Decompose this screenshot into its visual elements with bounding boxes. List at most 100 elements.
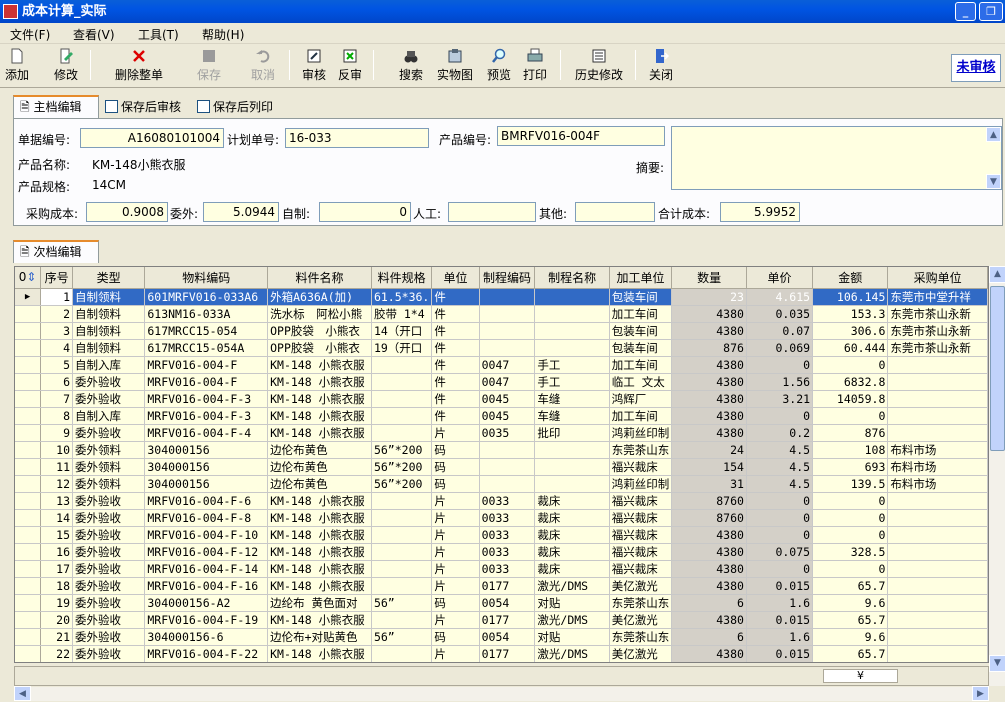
edit-button[interactable]: 修改	[52, 48, 80, 84]
cell-type[interactable]: 委外验收	[72, 424, 146, 442]
review-status-link[interactable]: 未审核	[951, 54, 1001, 82]
cell-unit-price[interactable]: 0	[746, 407, 814, 425]
cell-material-code[interactable]: MRFV016-004-F-14	[144, 560, 269, 578]
cell-purchase-unit[interactable]	[887, 645, 988, 662]
cell-quantity[interactable]: 8760	[671, 509, 747, 527]
row-header[interactable]	[15, 509, 42, 527]
table-row[interactable]: 15 委外验收 MRFV016-004-F-10 KM-148 小熊衣服 片 0033 裁床…	[15, 526, 988, 544]
cell-material-code[interactable]: 617MRCC15-054A	[144, 339, 269, 357]
cell-processing-unit[interactable]: 福兴裁床	[609, 526, 673, 544]
table-row[interactable]: ▶ 1 自制领料 601MRFV016-033A6 外箱A636A(加) 61.5*36.…	[15, 288, 988, 306]
table-row[interactable]: 19 委外验收 304000156-A2 边纶布 黄色面对 56” 码 0054 对贴 东莞茶山…	[15, 594, 988, 612]
cell-processing-unit[interactable]: 包装车间	[609, 339, 673, 357]
cell-quantity[interactable]: 4380	[671, 356, 747, 374]
restore-button[interactable]: ❐	[979, 2, 1003, 21]
cell-amount[interactable]: 0	[812, 560, 889, 578]
cell-unit-price[interactable]: 0.2	[746, 424, 814, 442]
row-header[interactable]	[15, 356, 42, 374]
cell-processing-unit[interactable]: 东莞茶山东	[609, 441, 673, 459]
cell-amount[interactable]: 14059.8	[812, 390, 889, 408]
cell-purchase-unit[interactable]	[887, 373, 988, 391]
row-header[interactable]	[15, 577, 42, 595]
menu-tools[interactable]: 工具(T)	[138, 26, 179, 43]
cell-part-spec[interactable]: 56”	[371, 628, 433, 646]
grid-corner-header[interactable]: 0⇕	[15, 267, 42, 289]
cell-process-name[interactable]: 对贴	[534, 594, 610, 612]
cell-process-name[interactable]: 裁床	[534, 526, 610, 544]
cell-type[interactable]: 自制领料	[72, 339, 146, 357]
row-header[interactable]	[15, 458, 42, 476]
save-then-print-checkbox[interactable]: 保存后列印	[197, 100, 273, 114]
cell-material-code[interactable]: 304000156	[144, 441, 269, 459]
cell-part-name[interactable]: OPP胶袋 小熊衣	[267, 322, 372, 340]
cell-processing-unit[interactable]: 福兴裁床	[609, 492, 673, 510]
cell-processing-unit[interactable]: 美亿激光	[609, 645, 673, 662]
scroll-down-arrow[interactable]: ▼	[989, 655, 1005, 672]
cell-type[interactable]: 委外验收	[72, 560, 146, 578]
cell-process-name[interactable]: 裁床	[534, 509, 610, 527]
cell-quantity[interactable]: 4380	[671, 560, 747, 578]
cell-type[interactable]: 自制领料	[72, 305, 146, 323]
cell-quantity[interactable]: 4380	[671, 407, 747, 425]
cell-unit[interactable]: 件	[431, 305, 480, 323]
search-button[interactable]: 搜索	[397, 48, 425, 84]
row-header[interactable]	[15, 475, 42, 493]
cell-seq[interactable]: 1	[40, 288, 74, 306]
cell-unit[interactable]: 片	[431, 611, 480, 629]
cell-quantity[interactable]: 4380	[671, 322, 747, 340]
cell-material-code[interactable]: 304000156-6	[144, 628, 269, 646]
cell-process-code[interactable]: 0177	[479, 611, 536, 629]
cell-process-name[interactable]: 裁床	[534, 492, 610, 510]
table-row[interactable]: 18 委外验收 MRFV016-004-F-16 KM-148 小熊衣服 片 0177 激光…	[15, 577, 988, 595]
review-button[interactable]: 审核	[300, 48, 328, 84]
cell-process-code[interactable]: 0033	[479, 560, 536, 578]
cell-material-code[interactable]: MRFV016-004-F-10	[144, 526, 269, 544]
cell-amount[interactable]: 0	[812, 407, 889, 425]
cell-process-name[interactable]	[534, 305, 610, 323]
cell-process-code[interactable]: 0047	[479, 356, 536, 374]
cell-process-name[interactable]: 手工	[534, 373, 610, 391]
cell-amount[interactable]: 106.145	[812, 288, 889, 306]
cell-part-spec[interactable]	[371, 526, 433, 544]
table-row[interactable]: 7 委外验收 MRFV016-004-F-3 KM-148 小熊衣服 件 0045 车缝 鸿辉…	[15, 390, 988, 408]
other-field[interactable]	[575, 202, 655, 222]
grid-vertical-scrollbar[interactable]: ▲ ▼	[989, 266, 1005, 686]
cell-purchase-unit[interactable]	[887, 594, 988, 612]
cell-processing-unit[interactable]: 加工车间	[609, 305, 673, 323]
cell-amount[interactable]: 306.6	[812, 322, 889, 340]
cell-type[interactable]: 委外领料	[72, 475, 146, 493]
cell-material-code[interactable]: 304000156	[144, 475, 269, 493]
cell-unit[interactable]: 片	[431, 560, 480, 578]
cell-unit[interactable]: 件	[431, 390, 480, 408]
cell-processing-unit[interactable]: 鸿莉丝印制	[609, 475, 673, 493]
cell-type[interactable]: 委外领料	[72, 458, 146, 476]
cell-unit-price[interactable]: 0	[746, 356, 814, 374]
cell-quantity[interactable]: 876	[671, 339, 747, 357]
cell-unit-price[interactable]: 4.5	[746, 475, 814, 493]
cell-type[interactable]: 自制领料	[72, 288, 146, 306]
row-header[interactable]	[15, 390, 42, 408]
add-button[interactable]: 添加	[3, 48, 31, 84]
cell-unit[interactable]: 片	[431, 509, 480, 527]
table-row[interactable]: 11 委外领料 304000156 边伦布黄色 56”*200 码 福兴裁床 154 4.5 69…	[15, 458, 988, 476]
cell-material-code[interactable]: 613NM16-033A	[144, 305, 269, 323]
cell-material-code[interactable]: MRFV016-004-F-19	[144, 611, 269, 629]
cell-amount[interactable]: 6832.8	[812, 373, 889, 391]
cell-purchase-unit[interactable]: 东莞市茶山永新	[887, 305, 988, 323]
cell-material-code[interactable]: MRFV016-004-F-16	[144, 577, 269, 595]
cell-process-code[interactable]	[479, 441, 536, 459]
cell-seq[interactable]: 10	[40, 441, 74, 459]
row-header[interactable]	[15, 339, 42, 357]
cell-processing-unit[interactable]: 福兴裁床	[609, 458, 673, 476]
cell-unit[interactable]: 片	[431, 424, 480, 442]
cell-type[interactable]: 委外验收	[72, 577, 146, 595]
cell-unit-price[interactable]: 0.035	[746, 305, 814, 323]
cell-part-spec[interactable]: 56”*200	[371, 475, 433, 493]
cell-seq[interactable]: 12	[40, 475, 74, 493]
cell-unit-price[interactable]: 4.5	[746, 441, 814, 459]
cell-amount[interactable]: 65.7	[812, 611, 889, 629]
detail-grid[interactable]: 0⇕ 序号 类型 物料编码 料件名称 料件规格 单位 制程编码 制程名称 加工单…	[14, 266, 989, 663]
cell-seq[interactable]: 14	[40, 509, 74, 527]
cell-unit-price[interactable]: 0	[746, 526, 814, 544]
cell-process-name[interactable]: 激光/DMS	[534, 645, 610, 662]
